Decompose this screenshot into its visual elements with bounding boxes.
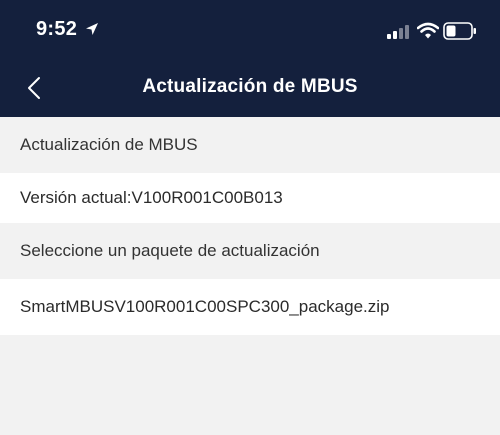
package-file-name: SmartMBUSV100R001C00SPC300_package.zip [20,297,390,316]
section-header-package: Seleccione un paquete de actualización [0,223,500,279]
wifi-icon [417,22,439,39]
status-bar: 9:52 [0,0,500,62]
signal-icon [387,25,409,39]
app-header: 9:52 Actualización de MBUS [0,0,500,117]
battery-icon [443,22,476,40]
status-time: 9:52 [36,18,78,40]
current-version-row: Versión actual: V100R001C00B013 [0,173,500,223]
page-title: Actualización de MBUS [142,76,358,97]
location-arrow-icon [86,23,98,35]
current-version-label: Versión actual: [20,188,132,207]
section-header-update: Actualización de MBUS [0,117,500,173]
package-file-row[interactable]: SmartMBUSV100R001C00SPC300_package.zip [0,279,500,335]
current-version-value: V100R001C00B013 [131,188,283,207]
nav-bar: Actualización de MBUS [0,62,500,117]
